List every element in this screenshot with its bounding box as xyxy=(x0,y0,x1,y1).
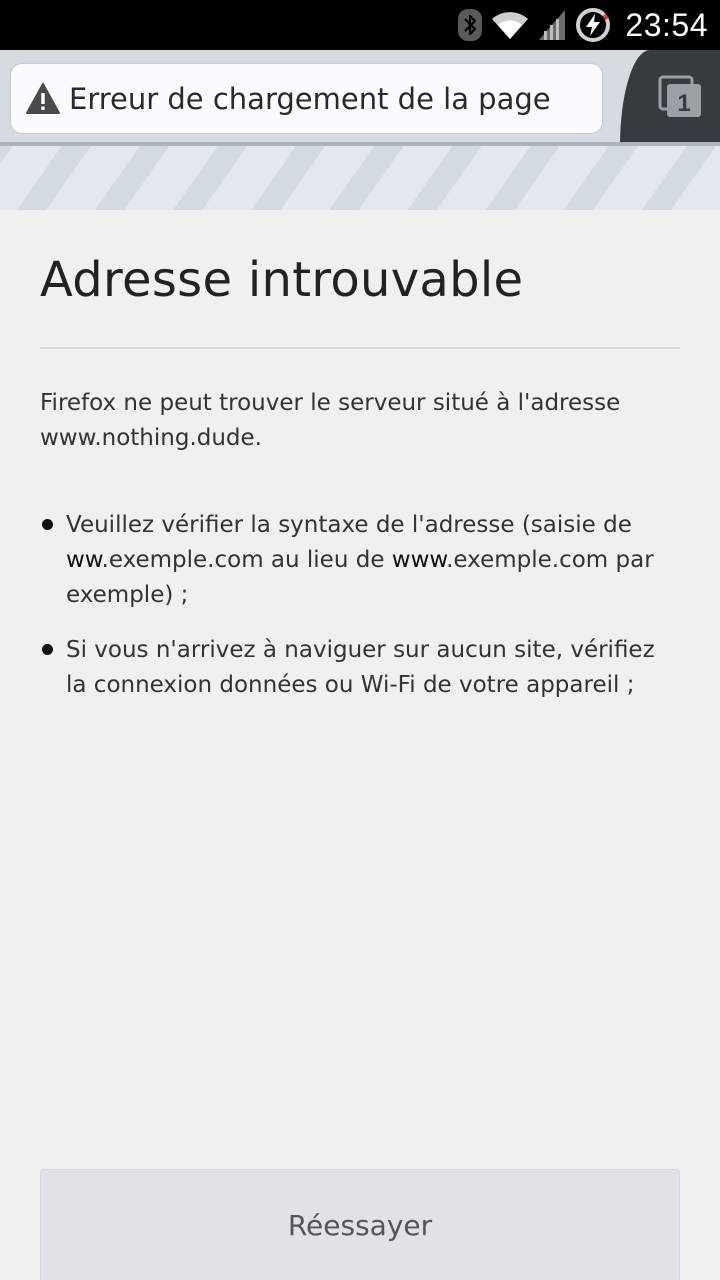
wifi-icon xyxy=(491,10,529,40)
bluetooth-icon xyxy=(457,8,483,42)
hint-text: .exemple.com au lieu de xyxy=(101,547,392,573)
hint-text: Si vous n'arrivez à naviguer sur aucun s… xyxy=(66,637,655,698)
bullet-icon xyxy=(42,519,53,530)
hint-emphasis: www xyxy=(391,547,447,573)
status-icons: 23:54 xyxy=(457,7,708,44)
retry-button[interactable]: Réessayer xyxy=(40,1169,680,1280)
hint-item-syntax: Veuillez vérifier la syntaxe de l'adress… xyxy=(40,508,680,613)
hint-text: Veuillez vérifier la syntaxe de l'adress… xyxy=(66,512,632,538)
signal-icon xyxy=(537,9,567,41)
bullet-icon xyxy=(42,644,53,655)
url-bar[interactable]: Erreur de chargement de la page xyxy=(10,63,603,134)
error-stripes-banner xyxy=(0,146,720,210)
status-clock: 23:54 xyxy=(625,6,708,43)
status-bar: 23:54 xyxy=(0,0,720,50)
tabs-button[interactable]: 1 xyxy=(656,74,704,120)
warning-icon xyxy=(25,82,61,116)
hint-emphasis: ww xyxy=(66,547,102,573)
tab-count: 1 xyxy=(677,90,690,117)
page-title-in-url-bar: Erreur de chargement de la page xyxy=(69,81,551,116)
error-title: Adresse introuvable xyxy=(40,252,524,308)
hint-list: Veuillez vérifier la syntaxe de l'adress… xyxy=(40,508,680,723)
title-divider xyxy=(40,347,680,349)
browser-toolbar: Erreur de chargement de la page xyxy=(0,50,720,146)
error-message: Firefox ne peut trouver le serveur situé… xyxy=(40,390,621,451)
battery-charging-icon xyxy=(575,7,611,43)
hint-item-connection: Si vous n'arrivez à naviguer sur aucun s… xyxy=(40,633,680,703)
